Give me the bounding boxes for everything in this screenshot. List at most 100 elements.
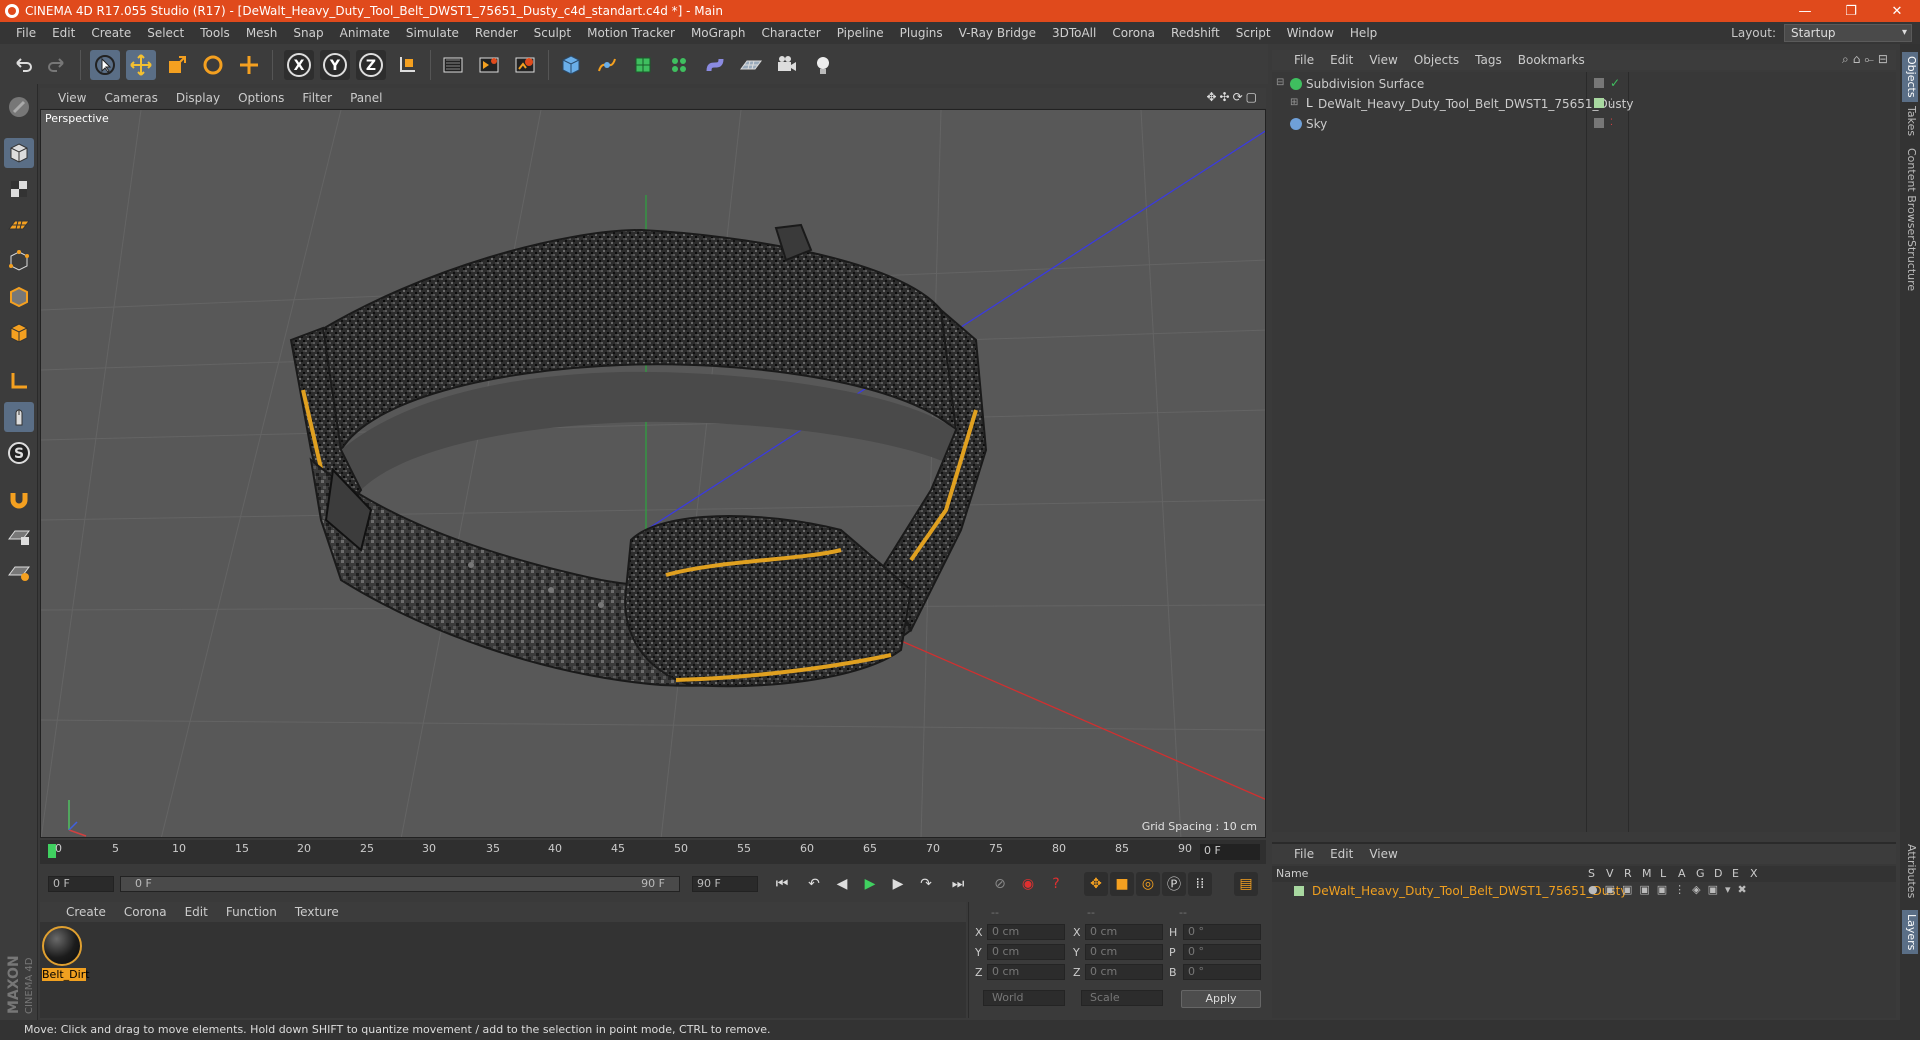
menu-script[interactable]: Script [1228, 26, 1279, 40]
viewport-menu-panel[interactable]: Panel [350, 91, 382, 105]
menu-mograph[interactable]: MoGraph [683, 26, 754, 40]
solo-icon[interactable]: S [4, 438, 34, 468]
om-menu-edit[interactable]: Edit [1330, 53, 1353, 67]
position-z-field[interactable]: 0 cm [987, 964, 1065, 980]
material-swatch[interactable]: Belt_Dirt [42, 926, 90, 981]
menu-motion-tracker[interactable]: Motion Tracker [579, 26, 683, 40]
menu-help[interactable]: Help [1342, 26, 1385, 40]
menu-snap[interactable]: Snap [285, 26, 331, 40]
menu-pipeline[interactable]: Pipeline [829, 26, 892, 40]
menu-render[interactable]: Render [467, 26, 526, 40]
subdivision-icon[interactable] [628, 50, 658, 80]
model-mode-icon[interactable] [4, 138, 34, 168]
layout-select[interactable]: Startup [1784, 24, 1912, 42]
menu-window[interactable]: Window [1279, 26, 1342, 40]
key-parameter-icon[interactable]: Ⓟ [1162, 872, 1186, 896]
menu-sculpt[interactable]: Sculpt [526, 26, 579, 40]
apply-button[interactable]: Apply [1181, 990, 1261, 1008]
menu-edit[interactable]: Edit [44, 26, 83, 40]
menu-redshift[interactable]: Redshift [1163, 26, 1228, 40]
object-row[interactable]: ⊟ Subdivision Surface ✓ [1272, 74, 1896, 94]
frame-range-slider[interactable]: 0 F 90 F [120, 876, 680, 892]
om-menu-objects[interactable]: Objects [1414, 53, 1459, 67]
restore-icon[interactable]: ❐ [1828, 0, 1874, 22]
autokey-icon[interactable]: ◉ [1016, 872, 1040, 896]
material-menu-create[interactable]: Create [66, 905, 106, 919]
menu-character[interactable]: Character [753, 26, 828, 40]
menu-simulate[interactable]: Simulate [398, 26, 467, 40]
object-row[interactable]: Sky ⁚ [1272, 114, 1896, 134]
y-axis-icon[interactable]: Y [320, 50, 350, 80]
material-menu-texture[interactable]: Texture [295, 905, 339, 919]
menu-corona[interactable]: Corona [1104, 26, 1163, 40]
tab-content-browser[interactable]: Content Browser [1902, 148, 1918, 240]
size-z-field[interactable]: 0 cm [1085, 964, 1163, 980]
menu-tools[interactable]: Tools [192, 26, 238, 40]
collapse-icon[interactable]: ⊟ [1276, 77, 1284, 88]
rotation-p-field[interactable]: 0 ° [1183, 944, 1261, 960]
material-menu-function[interactable]: Function [226, 905, 277, 919]
record-keys-icon[interactable]: ⊘ [988, 872, 1012, 896]
cube-primitive-icon[interactable] [556, 50, 586, 80]
tab-objects[interactable]: Objects [1902, 52, 1918, 102]
menu-mesh[interactable]: Mesh [238, 26, 286, 40]
axis-mode-icon[interactable] [4, 366, 34, 396]
camera-icon[interactable] [772, 50, 802, 80]
pen-spline-icon[interactable] [592, 50, 622, 80]
expand-icon[interactable]: ⊞ [1290, 97, 1298, 108]
rotation-h-field[interactable]: 0 ° [1183, 924, 1261, 940]
render-picture-viewer-icon[interactable] [474, 50, 504, 80]
current-frame-field[interactable]: 0 F [1200, 844, 1260, 860]
snap-grid-icon[interactable] [4, 520, 34, 550]
viewport-navigation-icons[interactable]: ✥✣⟳▢ [1206, 90, 1260, 104]
key-rotation-icon[interactable]: ◎ [1136, 872, 1160, 896]
z-axis-icon[interactable]: Z [356, 50, 386, 80]
position-x-field[interactable]: 0 cm [987, 924, 1065, 940]
tweak-icon[interactable] [4, 402, 34, 432]
layer-flag-icon[interactable] [1594, 78, 1604, 88]
key-pla-icon[interactable]: ⁞⁞ [1188, 872, 1212, 896]
key-scale-icon[interactable]: ■ [1110, 872, 1134, 896]
move-icon[interactable] [126, 50, 156, 80]
snap-settings-icon[interactable] [4, 556, 34, 586]
rotation-b-field[interactable]: 0 ° [1183, 964, 1261, 980]
deformer-icon[interactable] [700, 50, 730, 80]
object-row[interactable]: ⊞ L DeWalt_Heavy_Duty_Tool_Belt_DWST1_75… [1272, 94, 1896, 114]
position-y-field[interactable]: 0 cm [987, 944, 1065, 960]
close-icon[interactable]: ✕ [1874, 0, 1920, 22]
perspective-viewport[interactable]: Perspective Grid Spacing : 10 cm [40, 109, 1266, 838]
go-to-start-icon[interactable]: ⏮ [770, 872, 794, 896]
layer-color-icon[interactable] [1294, 886, 1304, 896]
keyframe-selection-icon[interactable]: ? [1044, 872, 1068, 896]
menu-animate[interactable]: Animate [332, 26, 398, 40]
material-menu-edit[interactable]: Edit [185, 905, 208, 919]
tab-attributes[interactable]: Attributes [1902, 844, 1918, 898]
material-menu-corona[interactable]: Corona [124, 905, 167, 919]
key-position-icon[interactable]: ✥ [1084, 872, 1108, 896]
make-editable-icon[interactable] [4, 92, 34, 122]
layer-toggle-icons[interactable]: ●▣▣▣▣⋮◈▣▾✖ [1588, 883, 1754, 896]
add-icon[interactable] [234, 50, 264, 80]
layer-flag-icon[interactable] [1594, 118, 1604, 128]
menu-vray-bridge[interactable]: V-Ray Bridge [951, 26, 1044, 40]
layer-color-icon[interactable] [1594, 98, 1604, 108]
texture-mode-icon[interactable] [4, 174, 34, 204]
next-frame-icon[interactable]: ▶ [886, 872, 910, 896]
timeline-ruler[interactable]: 0 5 10 15 20 25 30 35 40 45 50 55 60 65 … [40, 840, 1266, 864]
enabled-check-icon[interactable]: ✓ [1610, 76, 1620, 90]
size-mode-select[interactable]: Scale [1081, 990, 1163, 1006]
minimize-icon[interactable]: — [1782, 0, 1828, 22]
light-icon[interactable] [808, 50, 838, 80]
magnet-icon[interactable] [4, 484, 34, 514]
workplane-icon[interactable] [4, 210, 34, 240]
go-to-end-icon[interactable]: ⏭ [946, 872, 970, 896]
edges-mode-icon[interactable] [4, 282, 34, 312]
tab-structure[interactable]: Structure [1902, 240, 1918, 291]
coordinate-system-icon[interactable] [392, 50, 422, 80]
viewport-menu-filter[interactable]: Filter [302, 91, 332, 105]
scale-icon[interactable] [162, 50, 192, 80]
om-menu-tags[interactable]: Tags [1475, 53, 1502, 67]
x-axis-icon[interactable]: X [284, 50, 314, 80]
viewport-menu-cameras[interactable]: Cameras [104, 91, 157, 105]
om-menu-bookmarks[interactable]: Bookmarks [1518, 53, 1585, 67]
